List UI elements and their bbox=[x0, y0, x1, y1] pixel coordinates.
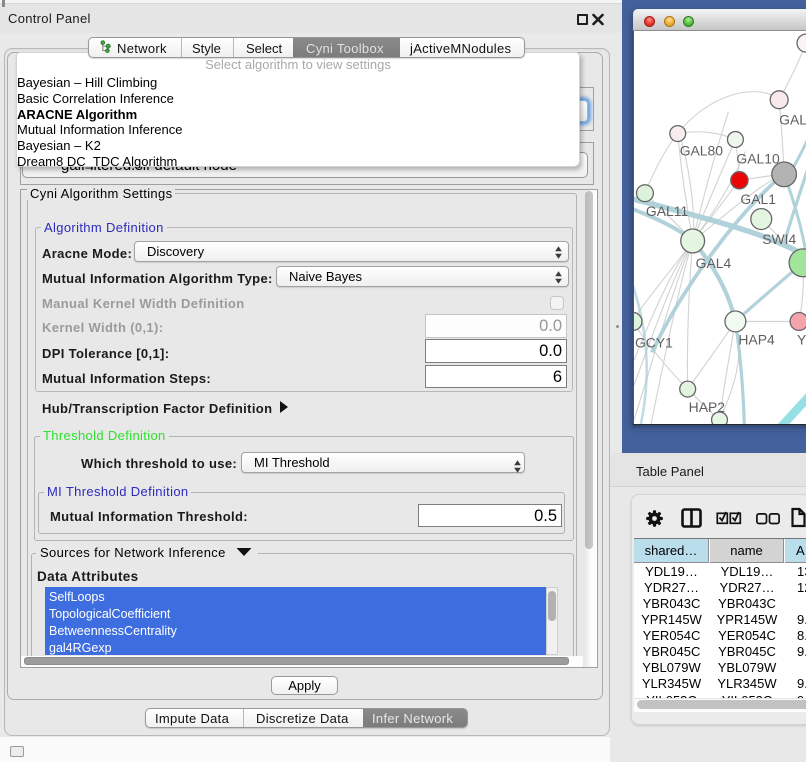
svg-text:GAL4: GAL4 bbox=[696, 255, 732, 271]
svg-text:HAP4: HAP4 bbox=[738, 331, 775, 347]
svg-text:YJ: YJ bbox=[797, 331, 806, 347]
svg-text:GAL80: GAL80 bbox=[680, 142, 724, 158]
svg-text:GAL1: GAL1 bbox=[740, 191, 776, 207]
svg-text:GCY1: GCY1 bbox=[635, 334, 673, 350]
svg-text:GAL11: GAL11 bbox=[646, 203, 689, 219]
svg-text:GAL7: GAL7 bbox=[779, 112, 806, 128]
svg-text:HAP2: HAP2 bbox=[689, 399, 726, 415]
svg-text:GAL10: GAL10 bbox=[736, 150, 780, 166]
svg-text:SWI4: SWI4 bbox=[762, 231, 796, 247]
